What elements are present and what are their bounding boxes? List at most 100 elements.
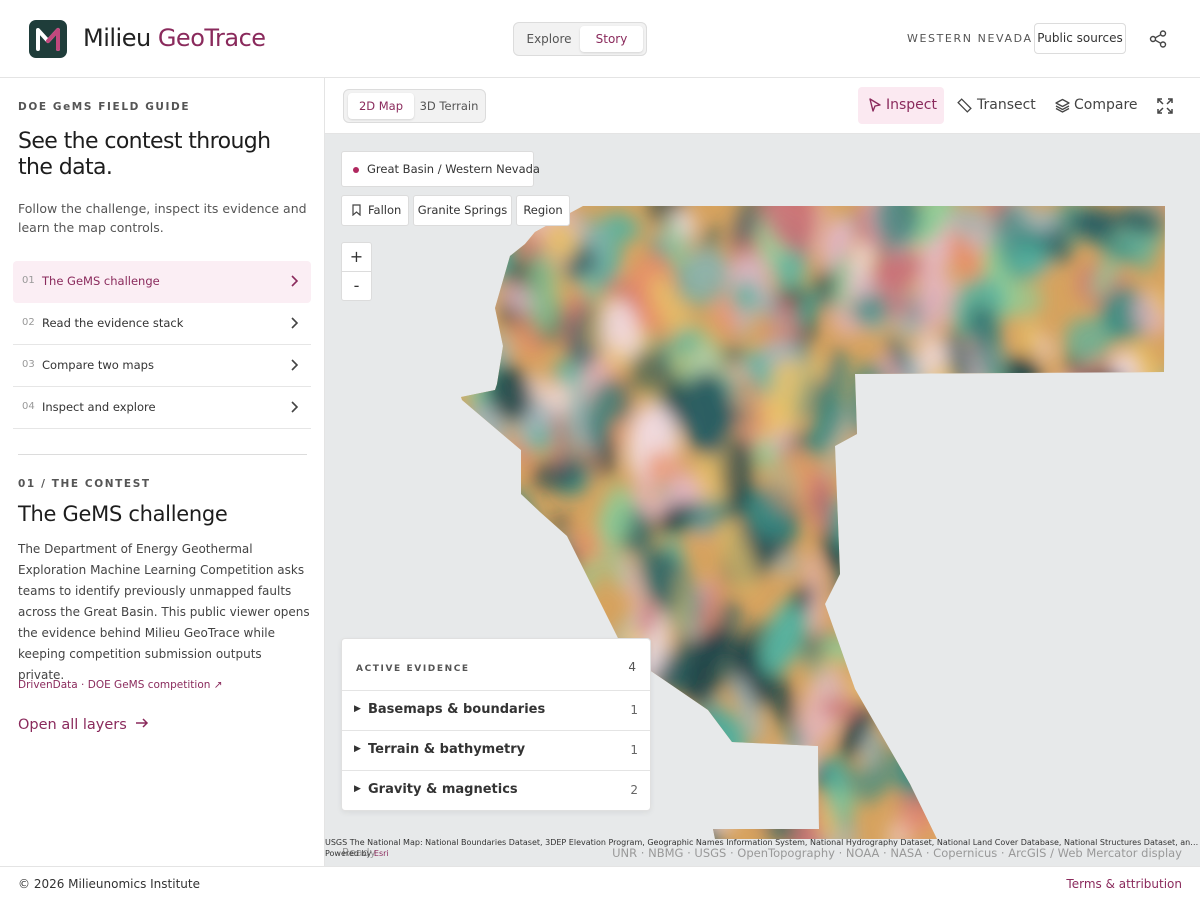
public-sources-button[interactable]: Public sources bbox=[1034, 23, 1126, 54]
step-item-gems-challenge[interactable]: 01 The GeMS challenge bbox=[13, 261, 311, 303]
raster-blob bbox=[1001, 459, 1032, 495]
raster-blob bbox=[537, 813, 584, 839]
location-chip[interactable]: Great Basin / Western Nevada bbox=[341, 151, 540, 187]
caret-right-icon: ▶ bbox=[354, 704, 361, 714]
raster-blob bbox=[461, 367, 478, 393]
raster-blob bbox=[969, 796, 989, 826]
raster-blob bbox=[916, 747, 963, 777]
esri-link[interactable]: Esri bbox=[374, 849, 389, 858]
raster-blob bbox=[963, 671, 1008, 720]
terms-link[interactable]: Terms & attribution bbox=[1066, 877, 1182, 891]
raster-blob bbox=[887, 383, 933, 454]
raster-blob bbox=[1101, 411, 1121, 439]
zoom-in-button[interactable]: + bbox=[342, 243, 371, 272]
bookmark-granite-springs-button[interactable]: Granite Springs bbox=[413, 195, 512, 226]
view-2d-map-button[interactable]: 2D Map bbox=[348, 93, 414, 119]
raster-blob bbox=[1092, 418, 1110, 487]
step-number: 03 bbox=[22, 359, 35, 370]
fullscreen-icon[interactable] bbox=[1157, 98, 1173, 114]
evidence-group-gravity[interactable]: ▶ Gravity & magnetics 2 bbox=[342, 771, 650, 811]
raster-blob bbox=[938, 394, 968, 475]
step-item-inspect-explore[interactable]: 04 Inspect and explore bbox=[13, 387, 311, 429]
raster-blob bbox=[1153, 685, 1165, 735]
raster-blob bbox=[1042, 568, 1086, 633]
evidence-group-terrain[interactable]: ▶ Terrain & bathymetry 1 bbox=[342, 731, 650, 771]
zoom-control: + - bbox=[341, 242, 372, 301]
logo-icon[interactable] bbox=[29, 20, 67, 58]
raster-blob bbox=[1107, 701, 1137, 759]
brand-product: GeoTrace bbox=[157, 24, 266, 52]
powered-by-label: Powered by bbox=[325, 849, 372, 858]
ruler-icon bbox=[957, 98, 972, 113]
raster-blob bbox=[554, 553, 570, 582]
raster-blob bbox=[1087, 538, 1107, 578]
bookmark-region-button[interactable]: Region bbox=[516, 195, 570, 226]
raster-blob bbox=[931, 598, 978, 657]
raster-blob bbox=[975, 466, 992, 508]
evidence-group-basemaps[interactable]: ▶ Basemaps & boundaries 1 bbox=[342, 691, 650, 731]
open-all-layers-link[interactable]: Open all layers bbox=[18, 717, 149, 733]
active-evidence-panel: ACTIVE EVIDENCE 4 ▶ Basemaps & boundarie… bbox=[341, 638, 651, 811]
inspect-tool-label: Inspect bbox=[886, 97, 937, 113]
raster-blob bbox=[1038, 375, 1084, 443]
compare-tool-button[interactable]: Compare bbox=[1053, 87, 1139, 124]
location-label: Great Basin / Western Nevada bbox=[367, 162, 540, 176]
raster-blob bbox=[1105, 453, 1130, 478]
raster-blob bbox=[1045, 780, 1084, 828]
raster-blob bbox=[881, 628, 908, 703]
raster-blob bbox=[920, 396, 974, 477]
raster-blob bbox=[1066, 626, 1123, 707]
raster-blob bbox=[1077, 591, 1127, 639]
competition-link[interactable]: DrivenData · DOE GeMS competition ↗ bbox=[18, 679, 223, 691]
evidence-group-label: Basemaps & boundaries bbox=[368, 702, 546, 717]
transect-tool-button[interactable]: Transect bbox=[955, 87, 1037, 124]
guide-eyebrow: DOE GeMS FIELD GUIDE bbox=[18, 101, 191, 113]
raster-blob bbox=[479, 494, 523, 574]
raster-blob bbox=[948, 511, 973, 593]
raster-blob bbox=[1110, 624, 1139, 667]
raster-blob bbox=[1057, 379, 1102, 430]
raster-blob bbox=[1126, 779, 1165, 817]
raster-blob bbox=[1118, 692, 1164, 724]
mode-explore-button[interactable]: Explore bbox=[518, 26, 580, 52]
cursor-icon bbox=[869, 98, 881, 112]
inspect-tool-button[interactable]: Inspect bbox=[858, 87, 944, 124]
raster-blob bbox=[1113, 707, 1138, 737]
raster-blob bbox=[1088, 622, 1131, 648]
raster-blob bbox=[540, 550, 569, 598]
section-divider bbox=[18, 454, 307, 455]
bookmark-fallon-button[interactable]: Fallon bbox=[341, 195, 409, 226]
raster-blob bbox=[1004, 733, 1048, 803]
raster-blob bbox=[1019, 769, 1046, 796]
raster-blob bbox=[657, 771, 698, 808]
raster-blob bbox=[1069, 633, 1097, 659]
raster-blob bbox=[483, 586, 513, 612]
raster-blob bbox=[894, 397, 937, 429]
raster-blob bbox=[461, 580, 505, 637]
evidence-group-count: 2 bbox=[630, 783, 638, 797]
raster-blob bbox=[1143, 515, 1165, 602]
step-item-evidence-stack[interactable]: 02 Read the evidence stack bbox=[13, 303, 311, 345]
chevron-right-icon bbox=[291, 401, 299, 413]
zoom-out-button[interactable]: - bbox=[342, 272, 371, 301]
chevron-right-icon bbox=[291, 359, 299, 371]
evidence-group-label: Terrain & bathymetry bbox=[368, 742, 526, 757]
share-icon[interactable] bbox=[1148, 29, 1168, 49]
raster-blob bbox=[1130, 636, 1163, 658]
raster-blob bbox=[858, 371, 902, 455]
raster-blob bbox=[461, 300, 486, 360]
view-3d-terrain-button[interactable]: 3D Terrain bbox=[416, 93, 482, 119]
raster-blob bbox=[1118, 596, 1156, 639]
map-viewport[interactable]: Great Basin / Western Nevada Fallon Gran… bbox=[325, 134, 1200, 866]
raster-blob bbox=[1109, 689, 1138, 739]
chevron-right-icon bbox=[291, 275, 299, 287]
raster-blob bbox=[1059, 786, 1079, 814]
raster-blob bbox=[923, 603, 941, 691]
step-item-compare-maps[interactable]: 03 Compare two maps bbox=[13, 345, 311, 387]
raster-blob bbox=[1021, 403, 1063, 467]
brand-title[interactable]: Milieu GeoTrace bbox=[83, 24, 266, 52]
raster-blob bbox=[513, 543, 565, 589]
mode-story-button[interactable]: Story bbox=[580, 26, 643, 52]
raster-blob bbox=[1058, 585, 1090, 668]
raster-blob bbox=[1103, 426, 1119, 491]
